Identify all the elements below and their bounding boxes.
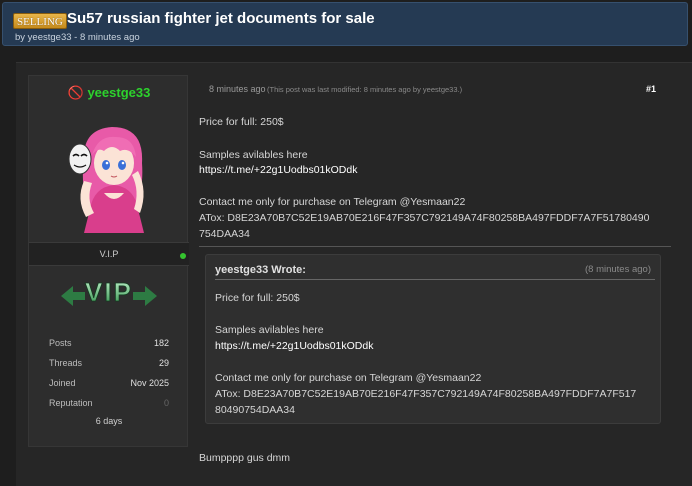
stat-joined-value: Nov 2025 (130, 378, 169, 388)
post-price-text: Price for full: 250$ (199, 116, 284, 128)
post-time: 8 minutes ago (209, 84, 266, 94)
quote-block: yeestge33 Wrote: (8 minutes ago) Price f… (205, 254, 661, 424)
post-number-link[interactable]: #1 (646, 84, 656, 94)
vip-badge-icon: VIP (61, 277, 157, 307)
last-visit: 6 days (95, 416, 123, 426)
post-atox-line2: 754DAA34 (199, 228, 250, 240)
author-panel: 🚫 yeestge33 V.I.P VIP Posts 182 Threads … (28, 75, 189, 447)
thread-header: SELLING Su57 russian fighter jet documen… (2, 2, 688, 46)
stat-reputation-label: Reputation (49, 398, 93, 408)
quote-atox-line2: 80490754DAA34 (215, 404, 295, 416)
quote-contact-text: Contact me only for purchase on Telegram… (215, 372, 482, 384)
online-status-icon (180, 253, 186, 259)
post-contact-text: Contact me only for purchase on Telegram… (199, 196, 466, 208)
quote-telegram-link[interactable]: https://t.me/+22g1Uodbs01kODdk (215, 340, 373, 352)
quote-author[interactable]: yeestge33 Wrote: (215, 264, 306, 276)
stat-posts-label: Posts (49, 338, 72, 348)
quote-price-text: Price for full: 250$ (215, 292, 300, 304)
thread-title[interactable]: Su57 russian fighter jet documents for s… (67, 10, 375, 27)
usertitle-bar: V.I.P (29, 242, 189, 266)
post-atox-line1: ATox: D8E23A70B7C52E19AB70E216F47F357C79… (199, 212, 650, 224)
avatar[interactable] (64, 121, 156, 233)
vip-badge-text: VIP (85, 277, 133, 307)
post-samples-text: Samples avilables here (199, 149, 308, 161)
quote-divider (215, 279, 655, 280)
stat-threads-label: Threads (49, 358, 83, 368)
post-bump-text: Bumpppp gus dmm (199, 452, 291, 464)
post-telegram-link[interactable]: https://t.me/+22g1Uodbs01kODdk (199, 164, 357, 176)
stat-joined-label: Joined (49, 378, 76, 388)
quote-time: (8 minutes ago) (584, 264, 651, 275)
usertitle: V.I.P (99, 249, 119, 259)
quote-samples-text: Samples avilables here (215, 324, 324, 336)
stat-posts-value[interactable]: 182 (154, 338, 169, 348)
post-divider (199, 246, 671, 247)
post: 🚫 yeestge33 V.I.P VIP Posts 182 Threads … (16, 62, 692, 486)
author-username[interactable]: 🚫 yeestge33 (29, 85, 189, 101)
thread-meta: by yeestge33 - 8 minutes ago (15, 32, 140, 43)
stat-reputation-value[interactable]: 0 (164, 398, 169, 408)
quote-atox-line1: ATox: D8E23A70B7C52E19AB70E216F47F357C79… (215, 388, 637, 400)
selling-prefix-badge[interactable]: SELLING (13, 13, 67, 29)
post-edit-note: (This post was last modified: 8 minutes … (267, 85, 463, 94)
stat-threads-value[interactable]: 29 (159, 358, 169, 368)
